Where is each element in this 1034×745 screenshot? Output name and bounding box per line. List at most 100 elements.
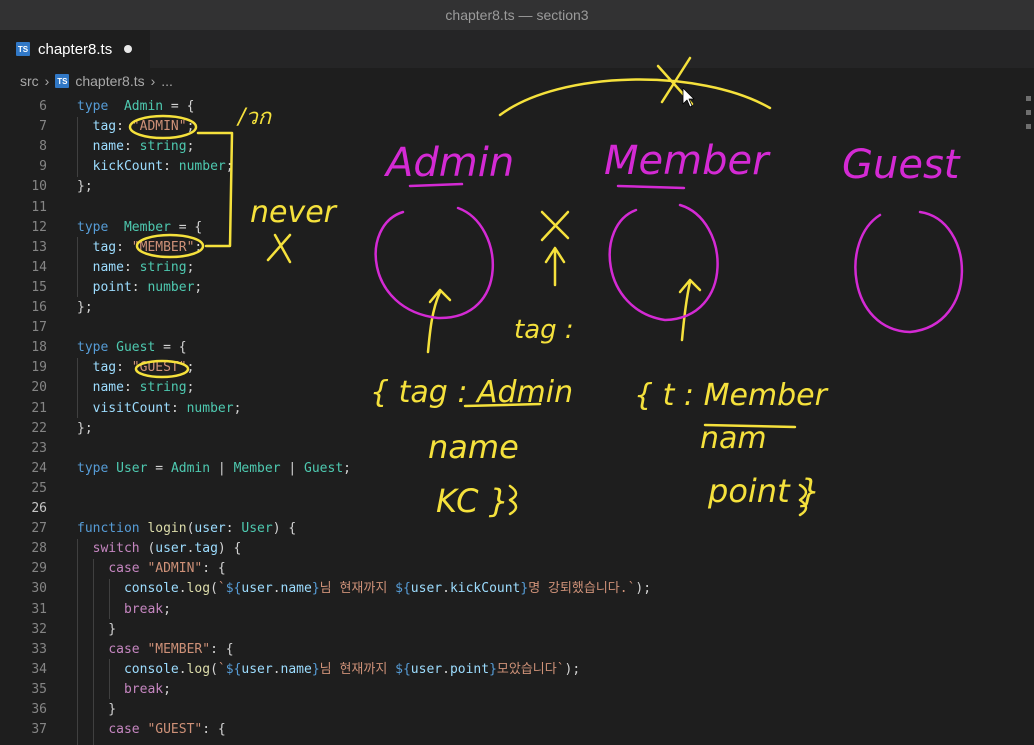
line-number: 20 — [31, 380, 47, 396]
code-line[interactable]: 29 case "ADMIN": { — [0, 559, 1020, 579]
code-text: case "GUEST": { — [108, 722, 226, 738]
line-number: 19 — [31, 360, 47, 376]
line-number: 14 — [31, 259, 47, 275]
code-text: name: string; — [92, 380, 195, 396]
code-line[interactable]: 25 — [0, 479, 1020, 499]
breadcrumb-folder[interactable]: src — [20, 73, 39, 89]
code-editor[interactable]: 6 type Admin = {7 tag: "ADMIN"; 8 name: st… — [0, 97, 1020, 745]
code-text: tag: "MEMBER"; — [92, 239, 203, 255]
code-text: } — [77, 702, 117, 717]
line-number: 34 — [31, 661, 47, 677]
code-line[interactable]: 6 type Admin = { — [0, 97, 1020, 117]
chevron-right-icon: › — [44, 73, 50, 89]
code-line[interactable]: 34 console.log(`${user.name}님 현재까지 ${use… — [0, 660, 1020, 680]
code-line[interactable]: 37 case "GUEST": { — [0, 720, 1020, 740]
tab-bar: TS chapter8.ts — [0, 30, 1034, 68]
code-text: type Guest = { — [77, 340, 187, 356]
code-text: visitCount: number; — [92, 400, 242, 416]
code-line[interactable]: 16}; — [0, 298, 1020, 318]
code-text: }; — [77, 420, 93, 436]
code-line[interactable]: 14 name: string; — [0, 258, 1020, 278]
code-line[interactable]: 31 break; — [0, 600, 1020, 620]
code-line[interactable]: 15 point: number; — [0, 278, 1020, 298]
line-number: 35 — [31, 681, 47, 697]
line-number: 21 — [31, 400, 47, 416]
code-text: kickCount: number; — [92, 159, 234, 175]
code-line[interactable]: 13 tag: "MEMBER"; — [0, 238, 1020, 258]
scrollbar-marker[interactable] — [1026, 110, 1031, 115]
code-line[interactable]: 8 name: string; — [0, 137, 1020, 157]
code-line[interactable]: 35 break; — [0, 680, 1020, 700]
line-number: 36 — [31, 702, 47, 717]
code-text: point: number; — [92, 279, 203, 295]
code-line[interactable]: 11 — [0, 198, 1020, 218]
code-text: console.log(`${user.name}님 현재까지 ${user.k… — [123, 581, 652, 597]
unsaved-dot-icon[interactable] — [124, 45, 133, 53]
typescript-file-icon: TS — [55, 74, 70, 88]
code-text: case "ADMIN": { — [108, 561, 226, 577]
code-line[interactable]: 26 — [0, 499, 1020, 519]
code-text: switch (user.tag) { — [92, 541, 242, 557]
code-line[interactable]: 30 console.log(`${user.name}님 현재까지 ${use… — [0, 579, 1020, 599]
scrollbar-marker[interactable] — [1026, 124, 1031, 129]
breadcrumb: src › TS chapter8.ts › ... — [0, 68, 1034, 94]
code-text: } — [77, 621, 117, 637]
line-number: 9 — [39, 159, 47, 175]
line-number: 11 — [31, 199, 47, 215]
tab-label: chapter8.ts — [38, 40, 113, 58]
code-line[interactable]: 12 type Member = { — [0, 218, 1020, 238]
code-line[interactable]: 36 } — [0, 700, 1020, 720]
line-number: 23 — [31, 440, 47, 456]
code-line[interactable]: 20 name: string; — [0, 378, 1020, 398]
code-line[interactable]: 17 — [0, 318, 1020, 338]
line-number: 28 — [31, 541, 47, 557]
typescript-file-icon: TS — [16, 42, 30, 56]
code-text: console.log(`${user.name}님 현재까지 ${user.p… — [123, 661, 581, 677]
breadcrumb-symbols[interactable]: ... — [161, 73, 173, 89]
line-number: 7 — [39, 119, 47, 135]
tab-chapter8[interactable]: TS chapter8.ts — [0, 30, 150, 68]
code-text: break; — [123, 681, 171, 697]
line-number: 25 — [31, 480, 47, 496]
breadcrumb-file[interactable]: chapter8.ts — [75, 73, 144, 89]
line-number: 12 — [31, 219, 47, 235]
line-number: 8 — [39, 139, 47, 155]
code-text: function login(user: User) { — [77, 521, 297, 537]
code-line[interactable]: 9 kickCount: number; — [0, 157, 1020, 177]
line-number: 30 — [31, 581, 47, 597]
line-number: 16 — [31, 300, 47, 315]
line-number: 29 — [31, 561, 47, 577]
window-title-bar: chapter8.ts — section3 — [0, 0, 1034, 30]
scrollbar-marker[interactable] — [1026, 96, 1031, 101]
line-number: 13 — [31, 239, 47, 255]
chevron-right-icon: › — [150, 73, 156, 89]
code-line[interactable]: 21 visitCount: number; — [0, 399, 1020, 419]
code-text: }; — [77, 179, 93, 195]
code-text: tag: "ADMIN"; — [92, 119, 195, 135]
code-line[interactable]: 33 case "MEMBER": { — [0, 640, 1020, 660]
code-line[interactable]: 7 tag: "ADMIN"; — [0, 117, 1020, 137]
code-line[interactable]: 19 tag: "GUEST"; — [0, 358, 1020, 378]
code-text: }; — [77, 300, 93, 315]
line-number: 32 — [31, 621, 47, 637]
line-number: 10 — [31, 179, 47, 195]
code-line[interactable]: 10}; — [0, 177, 1020, 197]
line-number: 24 — [31, 460, 47, 476]
code-line[interactable]: 27 function login(user: User) { — [0, 519, 1020, 539]
code-line[interactable]: 28 switch (user.tag) { — [0, 539, 1020, 559]
code-line[interactable]: 32 } — [0, 620, 1020, 640]
line-number: 26 — [31, 501, 47, 516]
code-text: name: string; — [92, 139, 195, 155]
line-number: 17 — [31, 320, 47, 336]
code-text: type Member = { — [77, 219, 203, 235]
code-line[interactable]: 22}; — [0, 419, 1020, 439]
line-number: 31 — [31, 601, 47, 617]
line-number: 37 — [31, 722, 47, 738]
code-line[interactable]: 24 type User = Admin | Member | Guest; — [0, 459, 1020, 479]
line-number: 6 — [39, 99, 47, 114]
code-text: break; — [123, 601, 171, 617]
line-number: 22 — [31, 420, 47, 436]
code-line[interactable]: 23 — [0, 439, 1020, 459]
line-number: 27 — [31, 521, 47, 537]
code-line[interactable]: 18 type Guest = { — [0, 338, 1020, 358]
